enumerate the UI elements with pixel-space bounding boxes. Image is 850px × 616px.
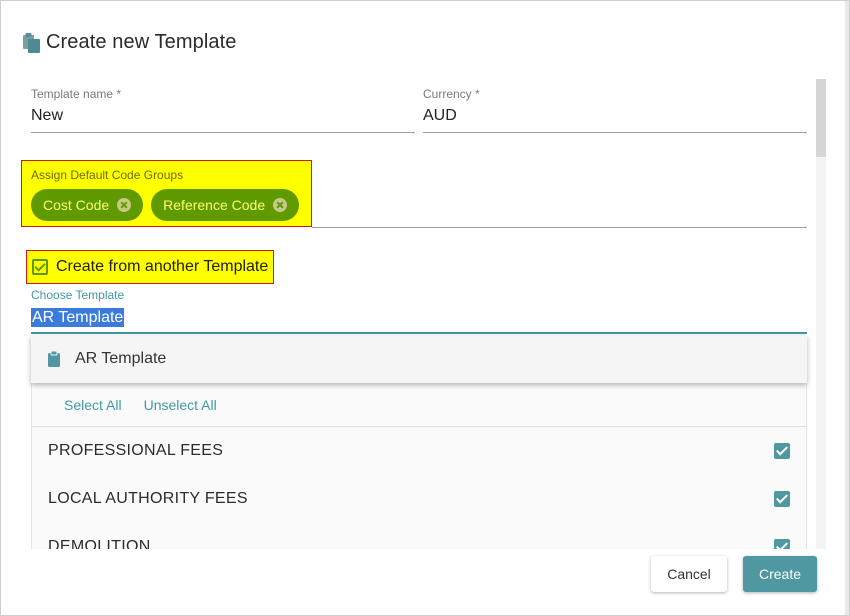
list-item-label: DEMOLITION xyxy=(48,538,151,549)
code-groups-chips[interactable]: Cost Code Reference Code xyxy=(31,189,300,221)
currency-field[interactable]: Currency * AUD xyxy=(423,87,807,133)
select-all-link[interactable]: Select All xyxy=(64,397,122,413)
check-icon xyxy=(34,260,46,272)
unselect-all-link[interactable]: Unselect All xyxy=(144,397,217,413)
checkbox-checked[interactable] xyxy=(774,491,790,507)
chip-label: Cost Code xyxy=(43,197,110,213)
cancel-button[interactable]: Cancel xyxy=(651,556,727,592)
code-selection-list: Select All Unselect All PROFESSIONAL FEE… xyxy=(31,383,807,549)
dialog-title: Create new Template xyxy=(22,31,237,54)
scrollbar-thumb[interactable] xyxy=(816,79,826,157)
list-item[interactable]: DEMOLITION xyxy=(32,523,806,549)
list-item[interactable]: PROFESSIONAL FEES xyxy=(32,427,806,475)
selection-actions: Select All Unselect All xyxy=(32,383,806,427)
list-item-label: LOCAL AUTHORITY FEES xyxy=(48,490,248,507)
create-from-template-label: Create from another Template xyxy=(56,258,269,275)
create-from-template-checkbox[interactable]: Create from another Template xyxy=(26,250,274,284)
currency-label: Currency * xyxy=(423,87,480,101)
chip-cost-code[interactable]: Cost Code xyxy=(31,189,144,221)
currency-underline xyxy=(423,132,807,133)
dropdown-option-label: AR Template xyxy=(75,350,167,367)
template-name-field[interactable]: Template name * New xyxy=(31,87,415,133)
template-dropdown-option[interactable]: AR Template xyxy=(31,335,807,383)
list-item[interactable]: LOCAL AUTHORITY FEES xyxy=(32,475,806,523)
currency-select[interactable]: AUD xyxy=(423,107,807,125)
choose-template-label: Choose Template xyxy=(31,288,125,302)
template-name-underline xyxy=(31,132,415,133)
code-groups-underline xyxy=(312,227,807,228)
create-template-dialog: Create new Template Template name * New … xyxy=(0,0,850,616)
clipboard-copy-icon xyxy=(23,32,40,53)
checkbox-checked[interactable] xyxy=(774,539,790,549)
chip-label: Reference Code xyxy=(163,197,266,213)
close-circle-icon[interactable] xyxy=(117,198,132,212)
dialog-title-text: Create new Template xyxy=(46,31,237,53)
checkbox-checked[interactable] xyxy=(774,443,790,459)
code-groups-label: Assign Default Code Groups xyxy=(31,168,184,182)
template-name-input[interactable]: New xyxy=(31,107,415,125)
create-button[interactable]: Create xyxy=(743,556,817,592)
list-item-label: PROFESSIONAL FEES xyxy=(48,442,224,459)
dialog-scrollbar[interactable] xyxy=(816,79,826,549)
close-circle-icon[interactable] xyxy=(273,198,288,212)
choose-template-underline xyxy=(31,332,807,334)
template-name-label: Template name * xyxy=(31,87,122,101)
chip-reference-code[interactable]: Reference Code xyxy=(151,189,300,221)
choose-template-input[interactable]: AR Template xyxy=(31,308,125,327)
checkbox-checked[interactable] xyxy=(32,259,48,275)
clipboard-icon xyxy=(48,351,60,367)
backdrop-edge xyxy=(845,1,849,615)
